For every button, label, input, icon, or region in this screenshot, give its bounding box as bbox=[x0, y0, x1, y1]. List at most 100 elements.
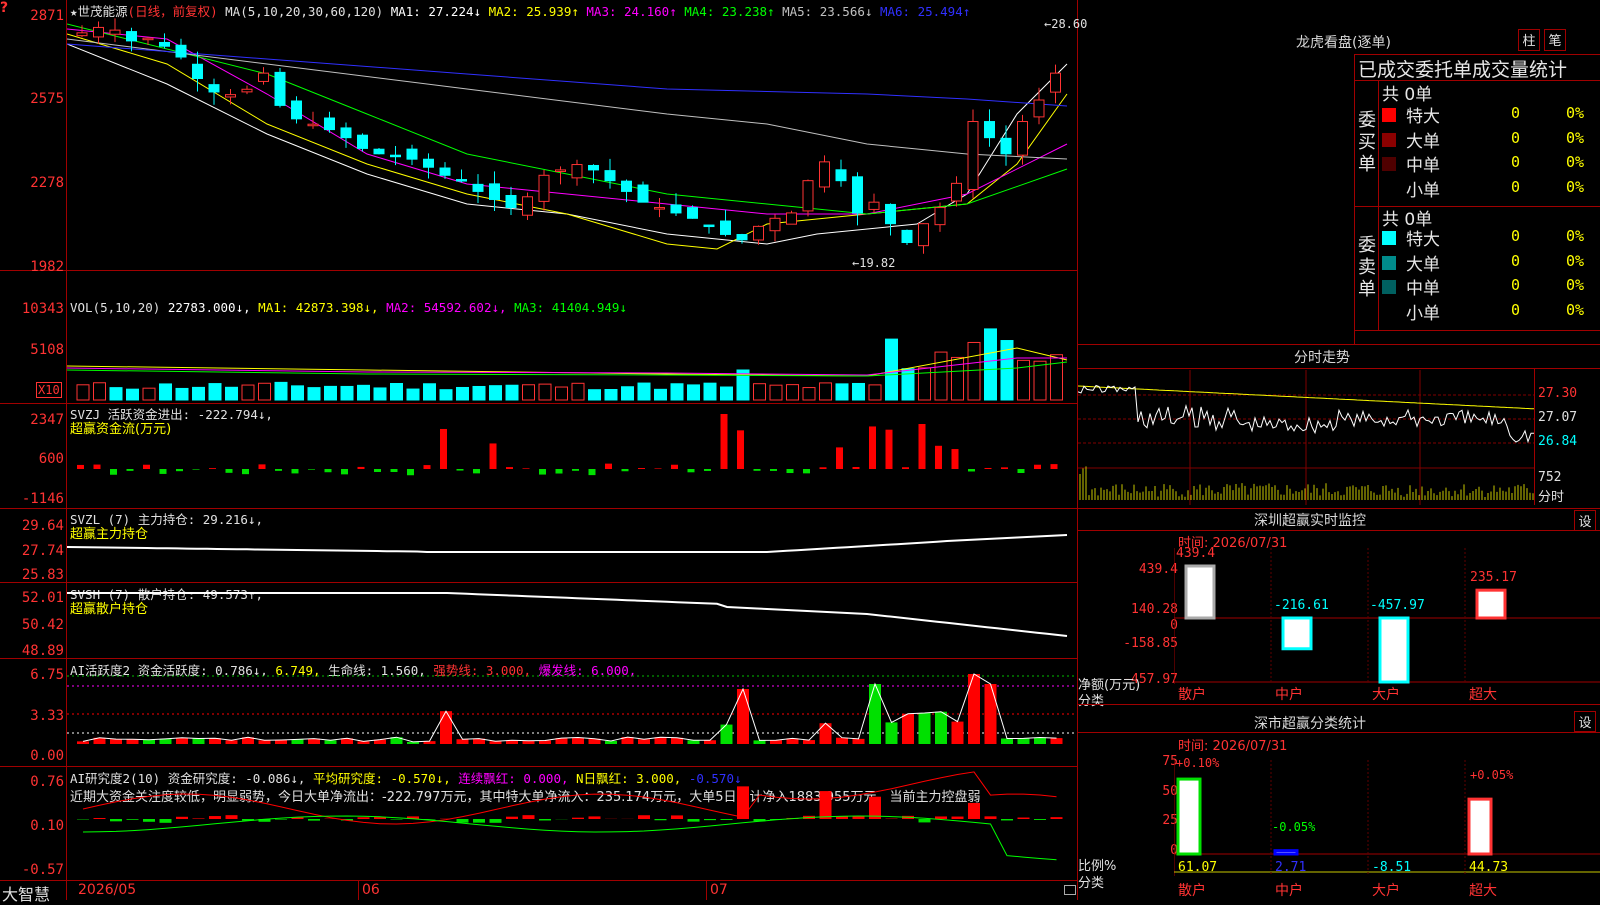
candle bbox=[902, 230, 912, 242]
candle bbox=[556, 170, 566, 172]
active-bar bbox=[886, 722, 898, 744]
volume-bar bbox=[671, 384, 683, 400]
active-bar bbox=[193, 739, 205, 744]
chart-area[interactable]: ? ★世茂能源(日线，前复权) MA(5,10,20,30,60,120) MA… bbox=[0, 0, 1078, 900]
ratio-value-label: -8.51 bbox=[1372, 860, 1411, 875]
y-tick: 1982 bbox=[0, 259, 64, 275]
volume-bar bbox=[440, 390, 452, 400]
y-tick: 2871 bbox=[0, 8, 64, 24]
sz-class-settings-button[interactable]: 设 bbox=[1574, 711, 1596, 732]
research-bar bbox=[1018, 818, 1030, 819]
legend-swatch bbox=[1382, 256, 1396, 270]
volume-bar bbox=[572, 383, 584, 400]
active-bar bbox=[110, 739, 122, 744]
order-percent: 0% bbox=[1566, 153, 1584, 171]
net-value-label: 235.17 bbox=[1470, 570, 1517, 585]
flow-bar bbox=[1018, 469, 1025, 473]
volume-bar bbox=[985, 329, 997, 400]
candlestick-chart[interactable] bbox=[67, 14, 1077, 270]
candle bbox=[94, 27, 104, 37]
flow-bar bbox=[160, 469, 167, 474]
order-count: 0 bbox=[1490, 153, 1520, 171]
flow-bar bbox=[391, 469, 398, 472]
flow-bar bbox=[572, 469, 579, 471]
y-tick: 50 bbox=[1118, 784, 1178, 799]
legend-swatch bbox=[1382, 182, 1396, 196]
flow-bar bbox=[341, 469, 348, 474]
volume-bar bbox=[275, 382, 287, 400]
y-tick: 75 bbox=[1118, 754, 1178, 769]
volume-bar bbox=[424, 384, 436, 400]
low-marker: ←19.82 bbox=[852, 256, 895, 270]
flow-bar bbox=[704, 469, 711, 471]
research-bar bbox=[919, 819, 931, 822]
candle bbox=[110, 30, 120, 34]
research-bar bbox=[820, 791, 832, 819]
flow-bar bbox=[457, 469, 464, 471]
intraday-y-tick: 26.84 bbox=[1538, 434, 1577, 449]
sell-orders-label: 委卖单 bbox=[1358, 235, 1376, 301]
sz-class-title: 深市超赢分类统计 bbox=[1254, 713, 1366, 733]
order-percent: 0% bbox=[1566, 227, 1584, 245]
sz-monitor-settings-button[interactable]: 设 bbox=[1574, 510, 1596, 531]
flow-bar bbox=[1034, 465, 1041, 469]
ma-lines bbox=[67, 24, 1067, 249]
flow-bar bbox=[440, 429, 447, 469]
flow-bar bbox=[292, 469, 299, 473]
candle bbox=[77, 33, 87, 36]
research-bar bbox=[1001, 819, 1013, 820]
intraday-unit: 分时 bbox=[1538, 486, 1564, 505]
right-panel: 龙虎看盘(逐单) 柱 笔 已成交委托单成交量统计 委买单 共 0单 特大00%大… bbox=[1078, 0, 1600, 900]
tick-mode-button[interactable]: 笔 bbox=[1544, 29, 1566, 51]
y-tick: 52.01 bbox=[0, 590, 64, 606]
divider bbox=[1078, 732, 1600, 733]
y-tick: 10343 bbox=[0, 301, 64, 317]
volume-bar bbox=[655, 389, 667, 400]
candle bbox=[374, 149, 384, 154]
candle bbox=[440, 168, 450, 175]
volume-bar bbox=[457, 387, 469, 400]
net-value-label: 439.4 bbox=[1176, 546, 1215, 561]
order-count: 0 bbox=[1490, 178, 1520, 196]
svsh-chart bbox=[67, 583, 1077, 658]
net-bar bbox=[1380, 618, 1408, 682]
order-percent: 0% bbox=[1566, 129, 1584, 147]
category-label: 散户 bbox=[1178, 684, 1206, 704]
lock-icon[interactable] bbox=[1064, 885, 1076, 895]
volume-bar bbox=[259, 383, 271, 400]
active-bar bbox=[754, 740, 766, 744]
order-size-label: 小单 bbox=[1406, 176, 1440, 201]
flow-bar bbox=[671, 465, 678, 469]
vol-unit[interactable]: X10 bbox=[36, 382, 62, 398]
volume-bar bbox=[308, 388, 320, 400]
active-bar bbox=[259, 740, 271, 744]
research-bar bbox=[176, 817, 188, 819]
ma-line bbox=[67, 44, 1067, 106]
volume-bar bbox=[523, 385, 535, 400]
research-bar bbox=[127, 819, 139, 820]
flow-bar bbox=[110, 469, 117, 475]
intraday-chart[interactable] bbox=[1078, 370, 1534, 505]
order-count: 0 bbox=[1490, 301, 1520, 319]
flow-bar bbox=[770, 469, 777, 471]
date-divider bbox=[706, 880, 707, 900]
candle bbox=[193, 64, 203, 78]
y-tick: 5108 bbox=[0, 342, 64, 358]
active-bar bbox=[226, 740, 238, 744]
flow-bar bbox=[242, 469, 249, 474]
y-tick: 0 bbox=[1098, 618, 1178, 633]
active-bar bbox=[572, 738, 584, 744]
research-bar bbox=[589, 816, 601, 819]
ratio-value-label: 44.73 bbox=[1469, 860, 1508, 875]
research-bar bbox=[506, 817, 518, 819]
volume-bar bbox=[704, 383, 716, 400]
order-count: 0 bbox=[1490, 227, 1520, 245]
candle bbox=[787, 213, 797, 224]
order-size-label: 中单 bbox=[1406, 151, 1440, 176]
volume-bar bbox=[721, 387, 733, 400]
flow-bar bbox=[193, 469, 200, 470]
ai-active-chart bbox=[67, 659, 1077, 766]
research-bar bbox=[572, 818, 584, 819]
volume-bar bbox=[539, 384, 551, 400]
bar-mode-button[interactable]: 柱 bbox=[1518, 29, 1540, 51]
